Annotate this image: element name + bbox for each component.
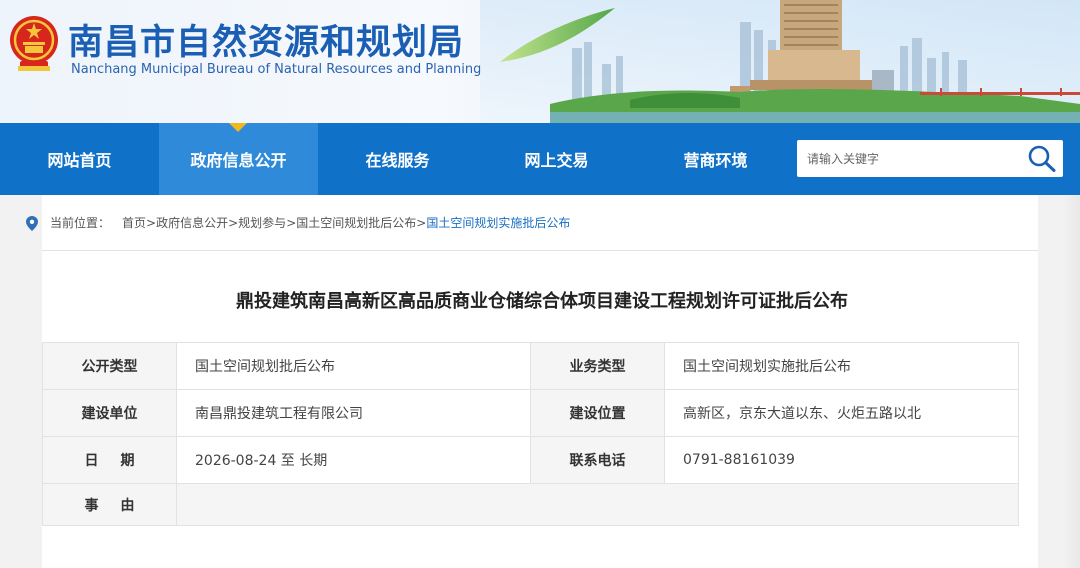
field-label-location: 建设位置 — [530, 389, 665, 437]
field-value-builder: 南昌鼎投建筑工程有限公司 — [176, 389, 531, 437]
field-value-reason — [176, 483, 1019, 526]
table-row: 日期 2026-08-24 至 长期 联系电话 0791-88161039 — [42, 436, 1019, 484]
field-value-phone: 0791-88161039 — [664, 436, 1019, 484]
table-row: 事由 — [42, 483, 1019, 526]
breadcrumb-item-home[interactable]: 首页 — [122, 214, 146, 231]
field-label-business-type: 业务类型 — [530, 342, 665, 390]
breadcrumb-separator: > — [286, 215, 297, 230]
breadcrumb-item-current[interactable]: 国土空间规划实施批后公布 — [426, 214, 570, 231]
site-title: 南昌市自然资源和规划局 — [68, 23, 465, 63]
field-label-phone: 联系电话 — [530, 436, 665, 484]
national-emblem-icon — [10, 16, 58, 71]
table-row: 公开类型 国土空间规划批后公布 业务类型 国土空间规划实施批后公布 — [42, 342, 1019, 390]
nav-item-gov-info[interactable]: 政府信息公开 — [159, 123, 318, 195]
breadcrumb-item-spatial-planning[interactable]: 国土空间规划批后公布 — [296, 214, 416, 231]
info-table: 公开类型 国土空间规划批后公布 业务类型 国土空间规划实施批后公布 建设单位 南… — [42, 342, 1019, 526]
document-title: 鼎投建筑南昌高新区高品质商业仓储综合体项目建设工程规划许可证批后公布 — [236, 291, 848, 312]
field-value-disclosure-type: 国土空间规划批后公布 — [176, 342, 531, 390]
breadcrumb-item-gov-info[interactable]: 政府信息公开 — [156, 214, 228, 231]
search-icon[interactable] — [1025, 143, 1059, 174]
search-box — [797, 140, 1063, 177]
breadcrumb: 当前位置： 首页 > 政府信息公开 > 规划参与 > 国土空间规划批后公布 > … — [26, 195, 1038, 251]
field-value-date: 2026-08-24 至 长期 — [176, 436, 531, 484]
field-label-disclosure-type: 公开类型 — [42, 342, 177, 390]
search-input[interactable] — [797, 140, 1023, 177]
nav-item-home[interactable]: 网站首页 — [0, 123, 159, 195]
nav-item-business-env[interactable]: 营商环境 — [636, 123, 795, 195]
breadcrumb-separator: > — [228, 215, 239, 230]
content-card: 当前位置： 首页 > 政府信息公开 > 规划参与 > 国土空间规划批后公布 > … — [26, 195, 1038, 568]
location-pin-icon — [26, 216, 38, 231]
table-row: 建设单位 南昌鼎投建筑工程有限公司 建设位置 高新区，京东大道以东、火炬五路以北 — [42, 389, 1019, 437]
site-header: 南昌市自然资源和规划局 Nanchang Municipal Bureau of… — [0, 0, 1080, 123]
field-value-location: 高新区，京东大道以东、火炬五路以北 — [664, 389, 1019, 437]
city-skyline-banner — [480, 0, 1080, 123]
breadcrumb-separator: > — [416, 215, 427, 230]
breadcrumb-separator: > — [146, 215, 157, 230]
active-nav-indicator — [229, 123, 247, 132]
page-background-edge — [1062, 195, 1080, 568]
breadcrumb-item-planning[interactable]: 规划参与 — [238, 214, 286, 231]
nav-item-online-trading[interactable]: 网上交易 — [477, 123, 636, 195]
field-label-date: 日期 — [42, 436, 177, 484]
field-label-builder: 建设单位 — [42, 389, 177, 437]
field-value-business-type: 国土空间规划实施批后公布 — [664, 342, 1019, 390]
site-subtitle: Nanchang Municipal Bureau of Natural Res… — [71, 62, 482, 77]
nav-item-online-service[interactable]: 在线服务 — [318, 123, 477, 195]
breadcrumb-label: 当前位置： — [50, 216, 111, 230]
field-label-reason: 事由 — [42, 483, 177, 526]
